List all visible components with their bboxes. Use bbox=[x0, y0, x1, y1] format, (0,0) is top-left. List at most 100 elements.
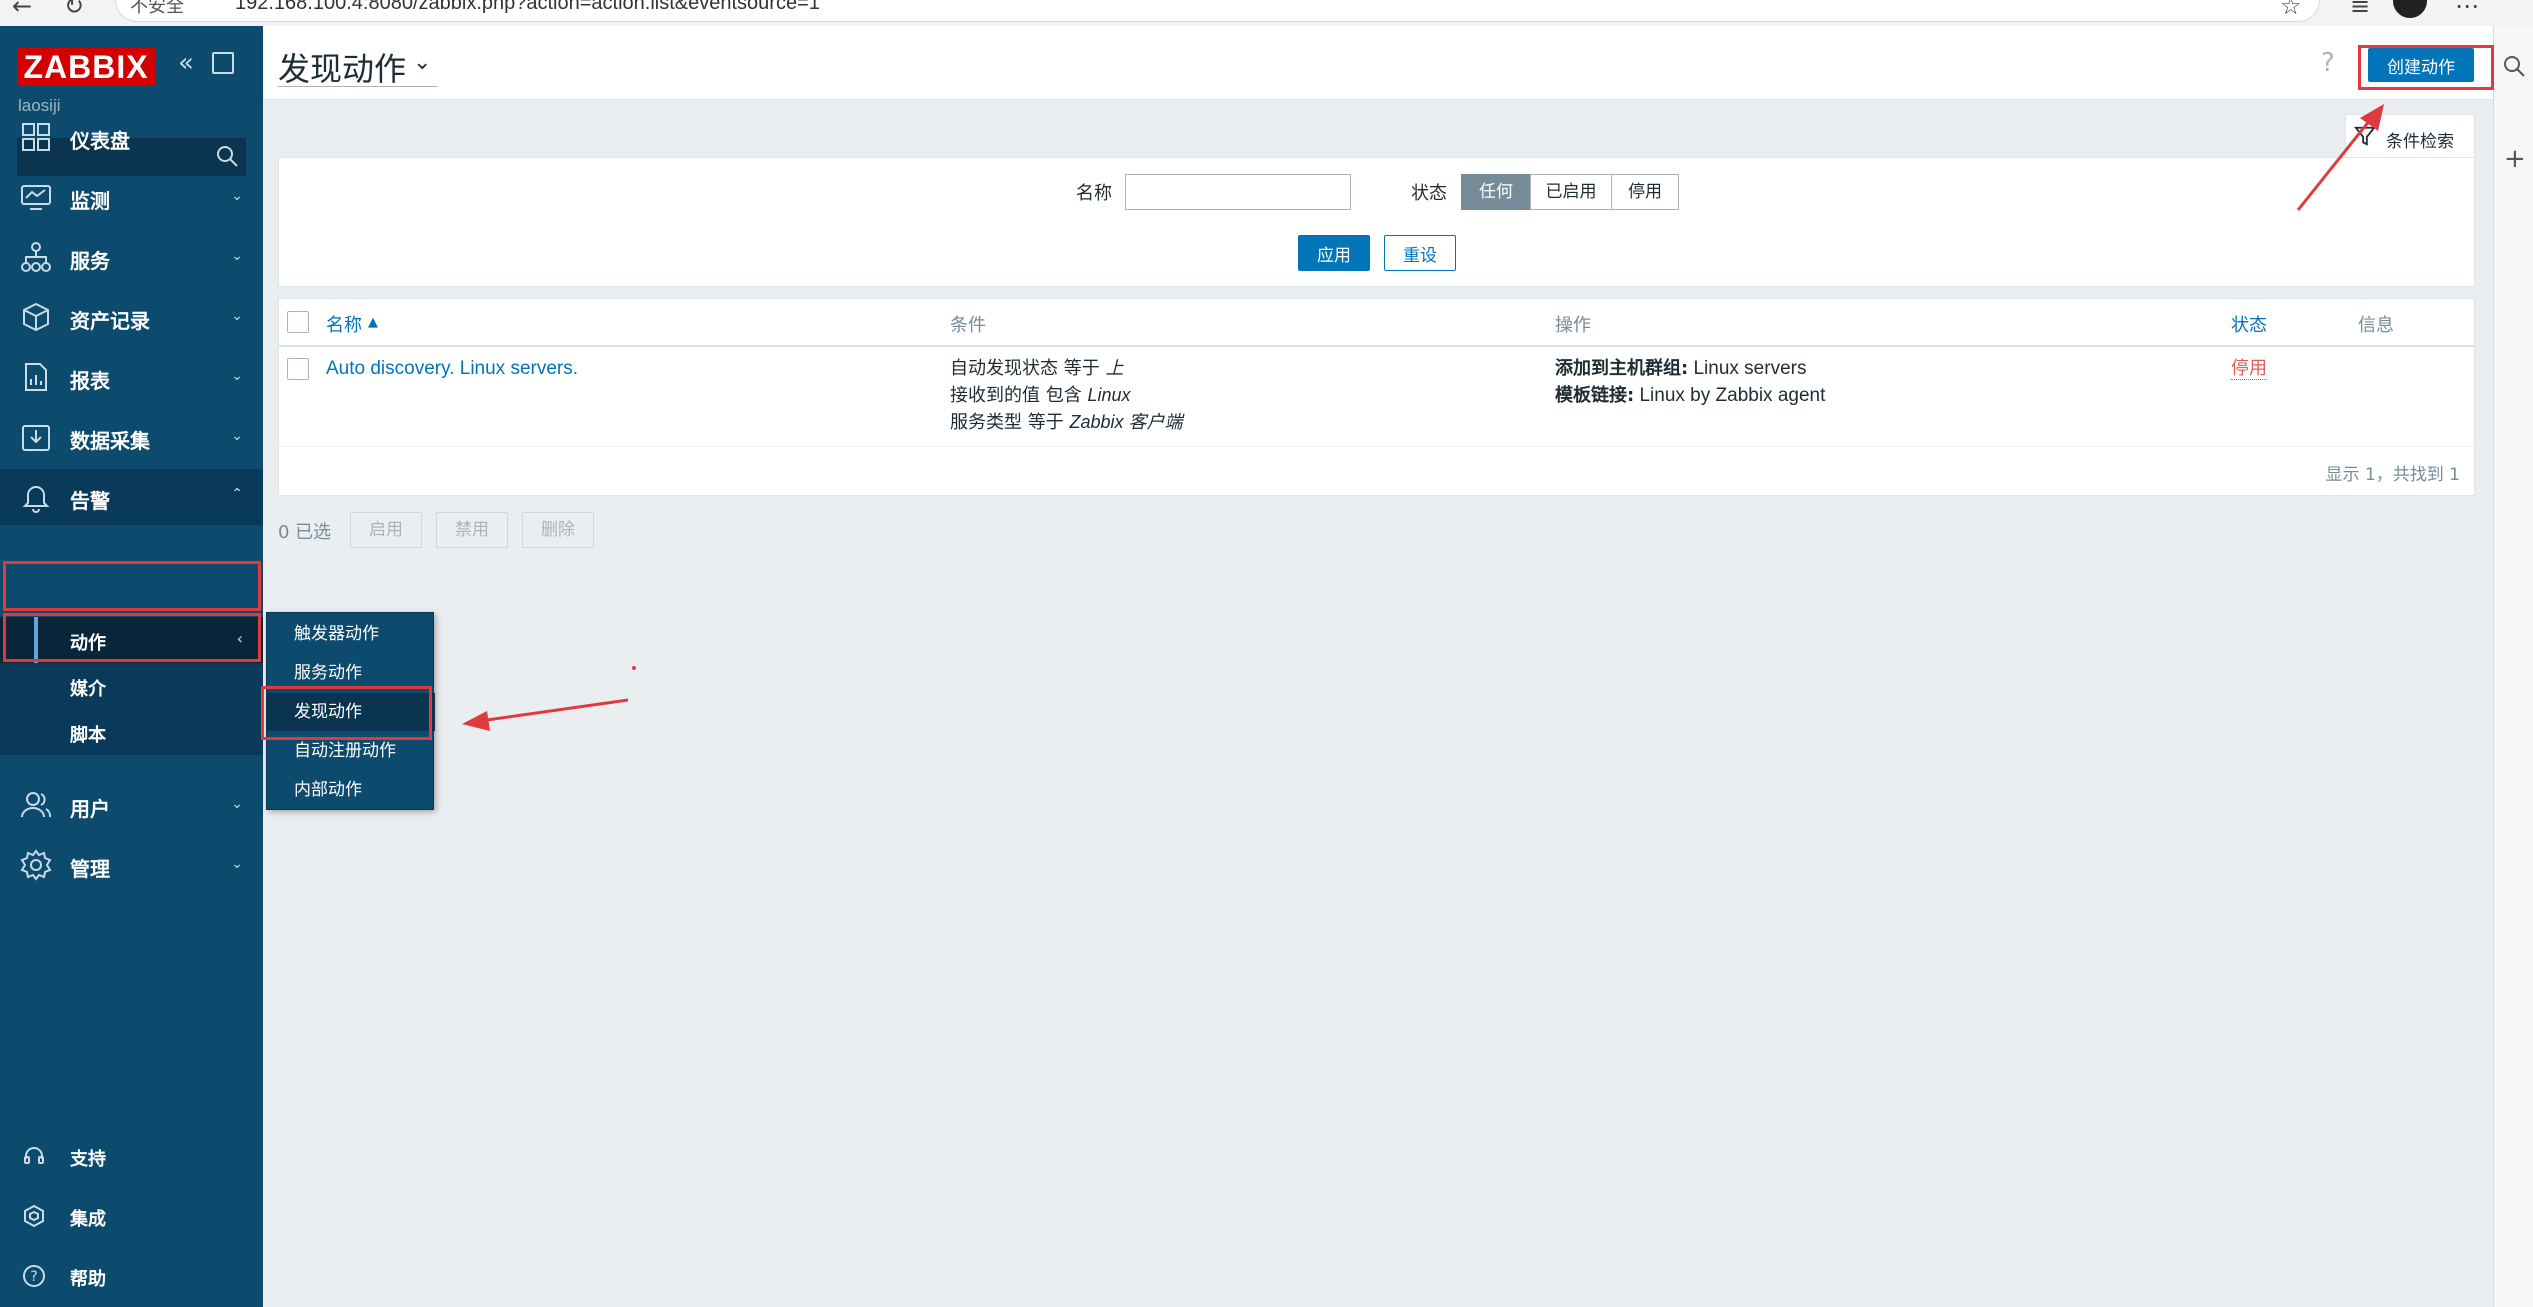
status-cell: 停用 bbox=[2231, 355, 2267, 382]
integrations-icon bbox=[24, 1204, 44, 1228]
inventory-icon bbox=[23, 302, 49, 332]
star-icon[interactable]: ☆ bbox=[2280, 0, 2302, 20]
status-filter-label: 状态 bbox=[1411, 183, 1447, 204]
nav-label: 服务 bbox=[70, 249, 110, 273]
dashboard-icon bbox=[22, 123, 50, 151]
flyout-item-internal-actions[interactable]: 内部动作 bbox=[267, 771, 435, 809]
condition-line: 自动发现状态 等于 上 bbox=[950, 355, 1182, 382]
flyout-item-trigger-actions[interactable]: 触发器动作 bbox=[267, 615, 435, 653]
nav-item-data-collection[interactable]: 数据采集 ⌄ bbox=[0, 409, 263, 465]
operation-line: 模板链接: Linux by Zabbix agent bbox=[1555, 382, 1825, 409]
column-header-operations: 操作 bbox=[1555, 315, 1591, 336]
browser-toolbar: ← ↻ 不安全 192.168.100.4:8080/zabbix.php?ac… bbox=[0, 0, 2533, 26]
nav-label: 用户 bbox=[70, 797, 110, 821]
back-icon[interactable]: ← bbox=[12, 0, 32, 20]
enable-selected-button[interactable]: 启用 bbox=[350, 512, 422, 548]
nav-label: 仪表盘 bbox=[70, 129, 130, 153]
title-underline bbox=[278, 86, 438, 87]
condition-value: 上 bbox=[1105, 358, 1124, 378]
filter-tab-label: 条件检索 bbox=[2386, 132, 2454, 152]
annotation-box bbox=[261, 686, 432, 740]
sidebar-subitem-scripts[interactable]: 脚本 bbox=[0, 709, 263, 755]
nav-label: 监测 bbox=[70, 189, 110, 213]
nav-item-services[interactable]: 服务 ⌄ bbox=[0, 229, 263, 285]
monitoring-icon bbox=[21, 185, 51, 210]
chevron-down-icon[interactable]: ⌄ bbox=[413, 50, 431, 75]
annotation-dot bbox=[632, 666, 636, 670]
action-name-cell: Auto discovery. Linux servers. bbox=[326, 355, 578, 382]
add-icon[interactable]: + bbox=[2504, 144, 2526, 174]
page-title[interactable]: 发现动作 bbox=[278, 44, 406, 90]
page-header: 发现动作 ⌄ ? 创建动作 bbox=[263, 26, 2493, 100]
help-icon[interactable]: ? bbox=[2321, 48, 2335, 78]
annotation-box bbox=[3, 613, 261, 662]
security-warning[interactable]: 不安全 bbox=[130, 0, 184, 18]
nav-item-monitoring[interactable]: 监测 ⌄ bbox=[0, 169, 263, 225]
name-filter-label: 名称 bbox=[1076, 183, 1112, 204]
collapse-sidebar-icon[interactable]: « bbox=[178, 48, 194, 78]
annotation-arrowhead bbox=[462, 711, 490, 731]
more-icon[interactable]: ⋯ bbox=[2455, 0, 2479, 20]
apply-button[interactable]: 应用 bbox=[1298, 235, 1370, 271]
chevron-down-icon: ⌄ bbox=[231, 308, 243, 324]
reading-list-icon[interactable]: ≡ bbox=[2350, 0, 2370, 20]
condition-value: Linux bbox=[1087, 385, 1131, 405]
nav-item-administration[interactable]: 管理 ⌄ bbox=[0, 837, 263, 893]
profile-avatar[interactable] bbox=[2393, 0, 2427, 18]
name-filter-input[interactable] bbox=[1125, 174, 1351, 210]
nav-item-reports[interactable]: 报表 ⌄ bbox=[0, 349, 263, 405]
nav-item-dashboard[interactable]: 仪表盘 bbox=[0, 109, 263, 165]
nav-item-support[interactable]: 支持 bbox=[0, 1132, 263, 1180]
operation-line: 添加到主机群组: Linux servers bbox=[1555, 355, 1825, 382]
annotation-box bbox=[2358, 45, 2494, 90]
status-option-enabled[interactable]: 已启用 bbox=[1530, 174, 1612, 210]
reload-icon[interactable]: ↻ bbox=[64, 0, 84, 20]
select-all-checkbox[interactable] bbox=[287, 311, 309, 333]
nav-item-users[interactable]: 用户 ⌄ bbox=[0, 777, 263, 833]
services-icon bbox=[21, 242, 51, 272]
search-icon[interactable] bbox=[2502, 54, 2526, 78]
chevron-down-icon: ⌄ bbox=[231, 428, 243, 444]
status-badge[interactable]: 停用 bbox=[2231, 358, 2267, 380]
condition-line: 接收到的值 包含 Linux bbox=[950, 382, 1182, 409]
nav-label: 报表 bbox=[70, 369, 110, 393]
status-option-any[interactable]: 任何 bbox=[1461, 174, 1531, 210]
reset-button[interactable]: 重设 bbox=[1384, 235, 1456, 271]
nav-label: 告警 bbox=[70, 489, 110, 513]
condition-value: Zabbix 客户端 bbox=[1069, 412, 1183, 432]
disable-selected-button[interactable]: 禁用 bbox=[436, 512, 508, 548]
nav-item-alerts[interactable]: 告警 ⌃ bbox=[0, 469, 263, 525]
nav-item-inventory[interactable]: 资产记录 ⌄ bbox=[0, 289, 263, 345]
selected-count: 0 已选 bbox=[278, 522, 332, 543]
status-option-disabled[interactable]: 停用 bbox=[1611, 174, 1679, 210]
submenu-bar bbox=[34, 663, 38, 709]
annotation-box bbox=[3, 561, 261, 611]
column-header-status[interactable]: 状态 bbox=[2231, 311, 2267, 337]
nav-label: 资产记录 bbox=[70, 309, 150, 333]
nav-item-integrations[interactable]: 集成 bbox=[0, 1192, 263, 1240]
nav-label: 数据采集 bbox=[70, 429, 150, 453]
nav-item-help[interactable]: ? 帮助 bbox=[0, 1252, 263, 1300]
filter-tab[interactable]: 条件检索 bbox=[2345, 114, 2475, 158]
chevron-down-icon: ⌄ bbox=[231, 796, 243, 812]
action-name-link[interactable]: Auto discovery. Linux servers. bbox=[326, 358, 578, 379]
column-header-name[interactable]: 名称 bbox=[326, 311, 362, 337]
delete-selected-button[interactable]: 删除 bbox=[522, 512, 594, 548]
condition-text: 服务类型 等于 bbox=[950, 412, 1070, 433]
users-icon bbox=[21, 792, 52, 818]
operation-key: 模板链接: bbox=[1555, 385, 1635, 406]
kiosk-mode-icon[interactable] bbox=[212, 52, 234, 74]
reports-icon bbox=[25, 363, 47, 391]
sidebar-subitem-media[interactable]: 媒介 bbox=[0, 663, 263, 709]
table-row: Auto discovery. Linux servers. 自动发现状态 等于… bbox=[279, 349, 2474, 447]
browser-side-panel: + bbox=[2493, 26, 2533, 1307]
conditions-cell: 自动发现状态 等于 上 接收到的值 包含 Linux 服务类型 等于 Zabbi… bbox=[950, 355, 1182, 436]
zabbix-logo[interactable]: ZABBIX bbox=[17, 48, 155, 86]
chevron-down-icon: ⌄ bbox=[231, 856, 243, 872]
row-checkbox[interactable] bbox=[287, 358, 309, 380]
annotation-arrow bbox=[479, 698, 629, 723]
operation-value: Linux servers bbox=[1688, 358, 1807, 379]
table-header: 名称 ▲ 条件 操作 状态 信息 bbox=[279, 299, 2474, 347]
url-text[interactable]: 192.168.100.4:8080/zabbix.php?action=act… bbox=[235, 0, 820, 15]
nav-label: 集成 bbox=[70, 1209, 106, 1230]
